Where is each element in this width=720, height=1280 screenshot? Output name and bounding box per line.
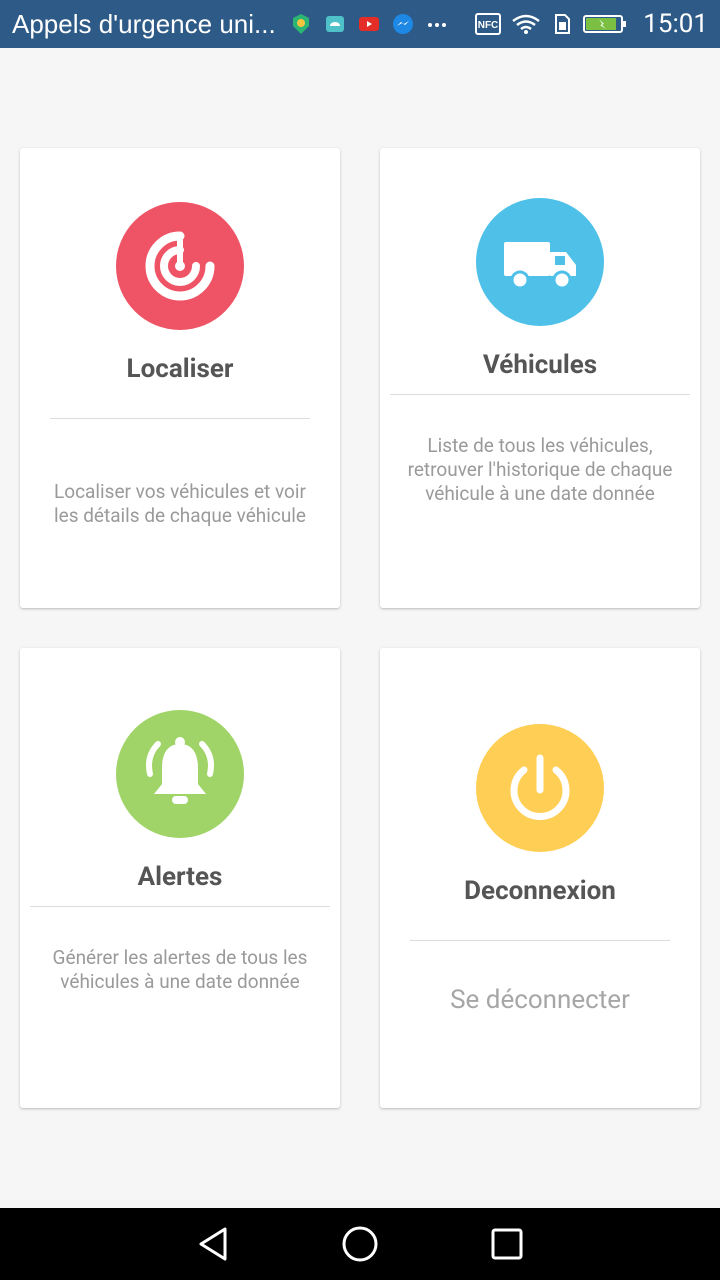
bell-icon [146,737,214,804]
vehicules-icon-circle [476,198,604,326]
truck-icon [504,242,576,290]
svg-text:NFC: NFC [478,20,499,31]
back-icon[interactable] [193,1224,233,1264]
recents-icon[interactable] [487,1224,527,1264]
deconnexion-card[interactable]: Deconnexion Se déconnecter [380,648,700,1108]
deconnexion-description: Se déconnecter [450,985,630,1015]
deconnexion-divider [410,940,670,941]
home-icon[interactable] [340,1224,380,1264]
dashboard: Localiser Localiser vos véhicules et voi… [0,48,720,1208]
alertes-title: Alertes [137,862,223,892]
vehicules-description: Liste de tous les véhicules, retrouver l… [407,434,673,505]
radar-icon [145,231,215,301]
alertes-divider [30,906,330,907]
localiser-title: Localiser [126,354,234,384]
notification-title: Appels d'urgence uni... [12,8,276,39]
status-clock: 15:01 [643,9,708,39]
android-icon [325,16,344,32]
messenger-icon [392,14,413,34]
youtube-icon [358,17,379,31]
status-bar: Appels d'urgence uni... NFC 15:01 [0,0,720,48]
notification-icons [290,13,448,35]
battery-charging-icon [583,15,627,33]
localiser-description: Localiser vos véhicules et voir les déta… [54,480,306,527]
power-icon [510,754,570,820]
deconnexion-icon-circle [476,724,604,852]
localiser-divider [50,418,310,419]
alertes-icon-circle [116,710,244,838]
system-icons: NFC 15:01 [475,9,708,39]
alertes-description: Générer les alertes de tous les véhicule… [52,946,308,993]
localiser-icon-circle [116,202,244,330]
alertes-card[interactable]: Alertes Générer les alertes de tous les … [20,648,340,1108]
vehicules-card[interactable]: Véhicules Liste de tous les véhicules, r… [380,148,700,608]
more-icon [427,23,446,27]
sim-icon [555,14,571,34]
deconnexion-title: Deconnexion [464,876,616,906]
shield-app-icon [292,14,309,34]
wifi-icon [512,14,541,34]
vehicules-divider [390,394,690,395]
nfc-icon: NFC [475,13,502,35]
localiser-card[interactable]: Localiser Localiser vos véhicules et voi… [20,148,340,608]
vehicules-title: Véhicules [482,350,598,380]
navigation-bar [0,1208,720,1280]
